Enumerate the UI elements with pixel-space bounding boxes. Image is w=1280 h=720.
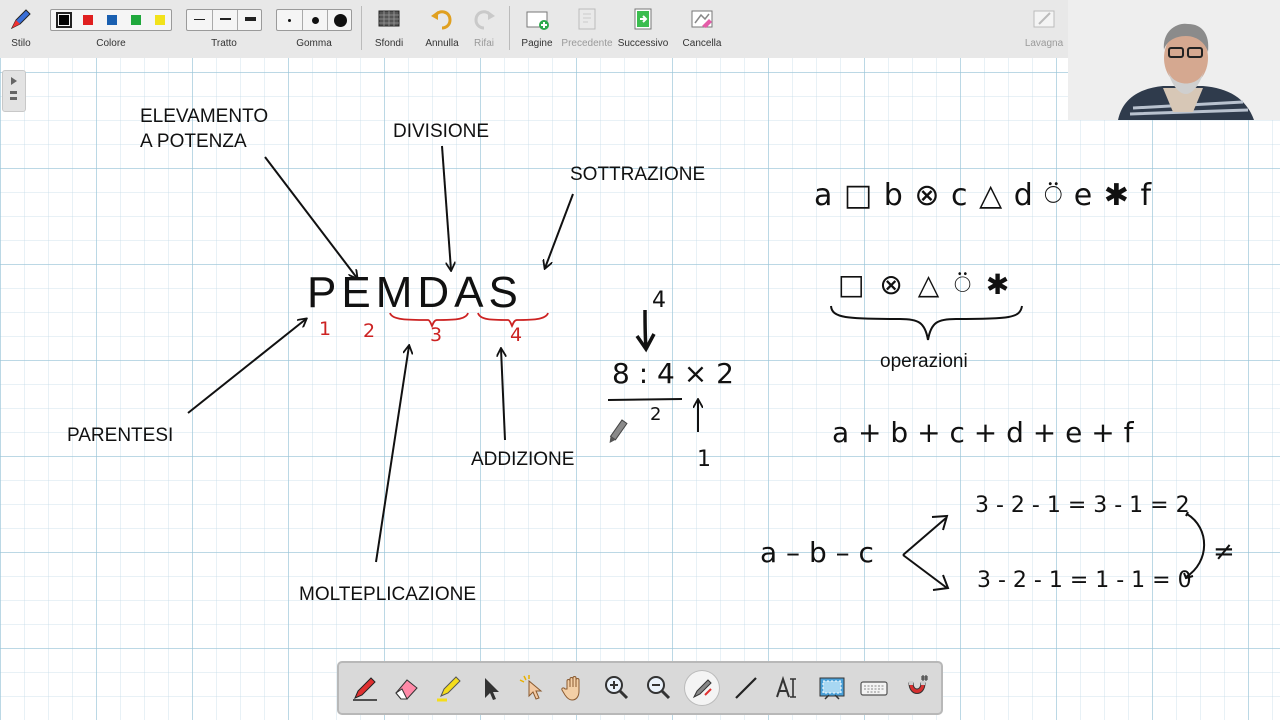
select-pointer-icon[interactable]: [473, 671, 507, 705]
zoom-in-icon[interactable]: [599, 671, 633, 705]
previous-page-icon: [578, 8, 596, 30]
cancella-button[interactable]: Cancella: [678, 0, 726, 58]
eraser-medium-option[interactable]: [302, 10, 328, 30]
example-top-number: 4: [652, 288, 666, 313]
pemdas-acronym: PEMDAS: [307, 268, 523, 317]
order-number-3: 3: [430, 324, 443, 346]
presenter-image: [1068, 0, 1280, 120]
subtraction-result-1: 3 - 2 - 1 = 3 - 1 = 2: [975, 493, 1190, 518]
webcam-video: [1068, 0, 1280, 120]
colore-group: Colore: [48, 0, 174, 58]
tratto-label: Tratto: [211, 38, 237, 49]
subtraction-result-2: 3 - 2 - 1 = 1 - 1 = 0: [977, 568, 1192, 593]
stilo-tool[interactable]: Stilo: [0, 0, 42, 58]
lavagna-button[interactable]: Lavagna: [1022, 0, 1066, 58]
addizione-label: ADDIZIONE: [471, 449, 575, 470]
operazioni-label: operazioni: [880, 351, 968, 372]
pan-hand-icon[interactable]: [557, 671, 591, 705]
tratto-group: Tratto: [186, 0, 262, 58]
moltiplicazione-label: MOLTEPLICAZIONE: [299, 584, 477, 605]
subtraction-expression: a – b – c: [760, 536, 874, 569]
toolbar-divider: [509, 6, 510, 50]
pen-icon: [10, 9, 31, 30]
color-blue-swatch[interactable]: [107, 15, 117, 25]
precedente-button[interactable]: Precedente: [560, 0, 614, 58]
annulla-label: Annulla: [425, 38, 459, 49]
rifai-label: Rifai: [473, 38, 494, 49]
highlighter-tool-icon[interactable]: [431, 671, 465, 705]
precedente-label: Precedente: [561, 38, 613, 49]
successivo-label: Successivo: [617, 38, 669, 49]
stroke-options: [186, 9, 262, 31]
elevamento-label: ELEVAMENTO: [140, 106, 269, 127]
bottom-tools-bar: [337, 661, 943, 715]
elevamento-label-line2: A POTENZA: [140, 131, 247, 152]
sfondi-button[interactable]: Sfondi: [366, 0, 412, 58]
lavagna-label: Lavagna: [1024, 38, 1064, 49]
background-icon: [378, 10, 400, 27]
gomma-group: Gomma: [276, 0, 352, 58]
eraser-small-option[interactable]: [277, 10, 302, 30]
stilo-label: Stilo: [11, 38, 31, 49]
pen-tool-icon[interactable]: [347, 671, 381, 705]
toolbar-divider: [361, 6, 362, 50]
rifai-button[interactable]: Rifai: [464, 0, 504, 58]
keyboard-icon[interactable]: [857, 671, 891, 705]
add-page-icon: [526, 11, 549, 30]
redo-icon: [474, 10, 495, 30]
successivo-button[interactable]: Successivo: [614, 0, 672, 58]
color-yellow-swatch[interactable]: [155, 15, 165, 25]
zoom-out-icon[interactable]: [641, 671, 675, 705]
order-number-2: 2: [363, 320, 376, 342]
clear-page-icon: [691, 10, 713, 28]
color-palette: [50, 9, 172, 31]
gomma-label: Gomma: [296, 38, 332, 49]
symbols-line: a □ b ⊗ c △ d ⍥ e ✱ f: [814, 178, 1153, 213]
annulla-button[interactable]: Annulla: [420, 0, 464, 58]
magnet-tools-icon[interactable]: [901, 671, 935, 705]
pagine-label: Pagine: [521, 38, 553, 49]
eraser-large-option[interactable]: [327, 10, 353, 30]
stroke-medium-option[interactable]: [212, 10, 238, 30]
order-number-4: 4: [510, 324, 523, 346]
example-step-number: 1: [697, 447, 711, 472]
example-expression: 8 : 4 × 2: [612, 357, 734, 390]
sum-line: a + b + c + d + e + f: [832, 416, 1134, 449]
stroke-thin-option[interactable]: [187, 10, 212, 30]
color-red-swatch[interactable]: [83, 15, 93, 25]
pen-settings-icon[interactable]: [685, 671, 719, 705]
eraser-options: [276, 9, 352, 31]
eraser-tool-icon[interactable]: [389, 671, 423, 705]
top-toolbar: Stilo Colore Tratto Gomma Sfondi Annulla…: [0, 0, 1068, 59]
undo-icon: [431, 10, 452, 30]
colore-label: Colore: [96, 38, 126, 49]
color-green-swatch[interactable]: [131, 15, 141, 25]
side-panel-toggle[interactable]: [2, 70, 26, 112]
divisione-label: DIVISIONE: [393, 121, 490, 142]
stroke-thick-option[interactable]: [237, 10, 263, 30]
sfondi-label: Sfondi: [374, 38, 404, 49]
screen-capture-icon[interactable]: [815, 671, 849, 705]
parentesi-label: PARENTESI: [67, 425, 174, 446]
line-tool-icon[interactable]: [729, 671, 763, 705]
laser-pointer-icon[interactable]: [515, 671, 549, 705]
expand-icon: [10, 77, 17, 100]
symbols-only-line: □ ⊗ △ ⍥ ✱: [838, 268, 1013, 301]
whiteboard-icon: [1033, 10, 1055, 28]
not-equal-sign: ≠: [1213, 537, 1235, 567]
example-below-number: 2: [650, 404, 662, 425]
sottrazione-label: SOTTRAZIONE: [570, 164, 706, 185]
cancella-label: Cancella: [682, 38, 722, 49]
pagine-button[interactable]: Pagine: [514, 0, 560, 58]
color-black-swatch[interactable]: [56, 12, 72, 28]
text-tool-icon[interactable]: [771, 671, 805, 705]
order-number-1: 1: [319, 318, 332, 340]
next-page-icon: [634, 8, 652, 30]
